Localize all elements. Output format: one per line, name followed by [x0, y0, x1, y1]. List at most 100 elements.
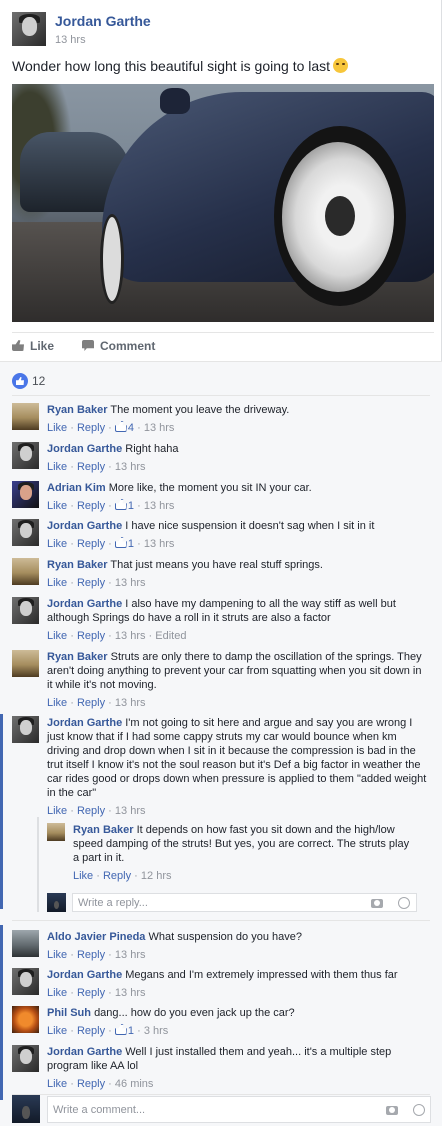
comment-author[interactable]: Jordan Garthe [47, 969, 122, 981]
comment-like-link[interactable]: Like [47, 805, 67, 817]
comment-reply-link[interactable]: Reply [77, 500, 105, 512]
comment-like-count[interactable]: 1 [114, 537, 135, 550]
comment-reply-link[interactable]: Reply [77, 697, 105, 709]
comment-time[interactable]: 13 hrs [115, 630, 146, 642]
comment-button[interactable]: Comment [82, 339, 155, 353]
camera-icon[interactable] [371, 899, 383, 908]
comment-text: That just means you have real stuff spri… [110, 559, 323, 571]
reply-reply-link[interactable]: Reply [103, 870, 131, 882]
poster-avatar[interactable] [12, 12, 46, 46]
comment-avatar[interactable] [12, 481, 39, 508]
meta-separator: · [70, 500, 74, 512]
comment-avatar[interactable] [12, 968, 39, 995]
comment-avatar[interactable] [12, 442, 39, 469]
comment-author[interactable]: Jordan Garthe [47, 717, 122, 729]
comment-like-link[interactable]: Like [47, 422, 67, 434]
meta-separator: · [70, 538, 74, 550]
reply-avatar[interactable] [47, 823, 65, 841]
comment-reply-link[interactable]: Reply [77, 1025, 105, 1037]
comment-reply-link[interactable]: Reply [77, 577, 105, 589]
comment-time[interactable]: 13 hrs [115, 805, 146, 817]
reaction-summary[interactable]: 12 [12, 373, 45, 389]
comment-time[interactable]: 13 hrs [115, 987, 146, 999]
comment-reply-link[interactable]: Reply [77, 422, 105, 434]
comment-author[interactable]: Ryan Baker [47, 559, 108, 571]
comment-like-link[interactable]: Like [47, 630, 67, 642]
comment-reply-link[interactable]: Reply [77, 1078, 105, 1090]
reply-input[interactable]: Write a reply... [72, 893, 417, 912]
comment-edited-label[interactable]: Edited [155, 630, 186, 642]
comment-like-link[interactable]: Like [47, 987, 67, 999]
comment-time[interactable]: 13 hrs [144, 422, 175, 434]
like-count-icon [114, 499, 127, 510]
comment-avatar[interactable] [12, 716, 39, 743]
comment-time[interactable]: 13 hrs [115, 461, 146, 473]
comment-author[interactable]: Adrian Kim [47, 482, 106, 494]
comment-author[interactable]: Jordan Garthe [47, 520, 122, 532]
comment-meta: Like · Reply · 13 hrs · Edited [47, 629, 427, 643]
poster-name[interactable]: Jordan Garthe [55, 13, 151, 29]
comment-avatar[interactable] [12, 597, 39, 624]
comment-like-link[interactable]: Like [47, 577, 67, 589]
comment-author[interactable]: Jordan Garthe [47, 598, 122, 610]
meta-separator: · [108, 949, 112, 961]
meta-separator: · [108, 461, 112, 473]
comment-input[interactable]: Write a comment... [47, 1096, 431, 1123]
comment-like-count[interactable]: 4 [114, 421, 134, 434]
post-timestamp[interactable]: 13 hrs [55, 34, 86, 46]
comment-like-link[interactable]: Like [47, 697, 67, 709]
comment-avatar[interactable] [12, 650, 39, 677]
emoji-icon[interactable] [398, 897, 410, 909]
comment-author[interactable]: Jordan Garthe [47, 443, 122, 455]
reply-author[interactable]: Ryan Baker [73, 824, 134, 836]
comment-like-link[interactable]: Like [47, 1025, 67, 1037]
comment-time[interactable]: 13 hrs [144, 538, 175, 550]
comment-author[interactable]: Jordan Garthe [47, 1046, 122, 1058]
comment-time[interactable]: 13 hrs [144, 500, 175, 512]
comment-author[interactable]: Aldo Javier Pineda [47, 931, 145, 943]
comment-reply-link[interactable]: Reply [77, 538, 105, 550]
post-photo[interactable] [12, 84, 434, 322]
divider [12, 395, 430, 396]
comment-button-label: Comment [100, 339, 156, 353]
comment-meta: Like · Reply · 13 hrs [47, 696, 427, 710]
comment-like-count-value: 1 [127, 538, 135, 550]
comment-avatar[interactable] [12, 1006, 39, 1033]
meta-separator: · [108, 987, 112, 999]
reply-time[interactable]: 12 hrs [141, 870, 172, 882]
comment-avatar[interactable] [12, 1045, 39, 1072]
comment-reply-link[interactable]: Reply [77, 805, 105, 817]
comment-meta: Like · Reply · 13 hrs [47, 576, 427, 590]
comment-time[interactable]: 13 hrs [115, 697, 146, 709]
comment-like-link[interactable]: Like [47, 538, 67, 550]
comment-like-count[interactable]: 1 [114, 499, 135, 512]
comment-like-link[interactable]: Like [47, 461, 67, 473]
comment-reply-link[interactable]: Reply [77, 949, 105, 961]
comment-author[interactable]: Ryan Baker [47, 404, 108, 416]
comment-time[interactable]: 13 hrs [115, 949, 146, 961]
comment-avatar[interactable] [12, 930, 39, 957]
like-button[interactable]: Like [12, 339, 54, 353]
divider [12, 332, 434, 333]
comment-reply-link[interactable]: Reply [77, 987, 105, 999]
comment-time[interactable]: 13 hrs [115, 577, 146, 589]
comment-like-link[interactable]: Like [47, 949, 67, 961]
comment-avatar[interactable] [12, 558, 39, 585]
emoji-icon[interactable] [413, 1104, 425, 1116]
comment-avatar[interactable] [12, 519, 39, 546]
meta-separator: · [108, 697, 112, 709]
comment-reply-link[interactable]: Reply [77, 630, 105, 642]
comment-time[interactable]: 3 hrs [144, 1025, 168, 1037]
comment-author[interactable]: Ryan Baker [47, 651, 108, 663]
comment-like-link[interactable]: Like [47, 1078, 67, 1090]
comment-reply-link[interactable]: Reply [77, 461, 105, 473]
comment-like-count[interactable]: 1 [114, 1024, 134, 1037]
comment-avatar[interactable] [12, 403, 39, 430]
comment-time[interactable]: 46 mins [115, 1078, 154, 1090]
camera-icon[interactable] [386, 1106, 398, 1115]
comment-like-count-value: 1 [127, 500, 135, 512]
meta-separator: · [70, 422, 74, 434]
comment-author[interactable]: Phil Suh [47, 1007, 91, 1019]
comment-like-link[interactable]: Like [47, 500, 67, 512]
reply-like-link[interactable]: Like [73, 870, 93, 882]
